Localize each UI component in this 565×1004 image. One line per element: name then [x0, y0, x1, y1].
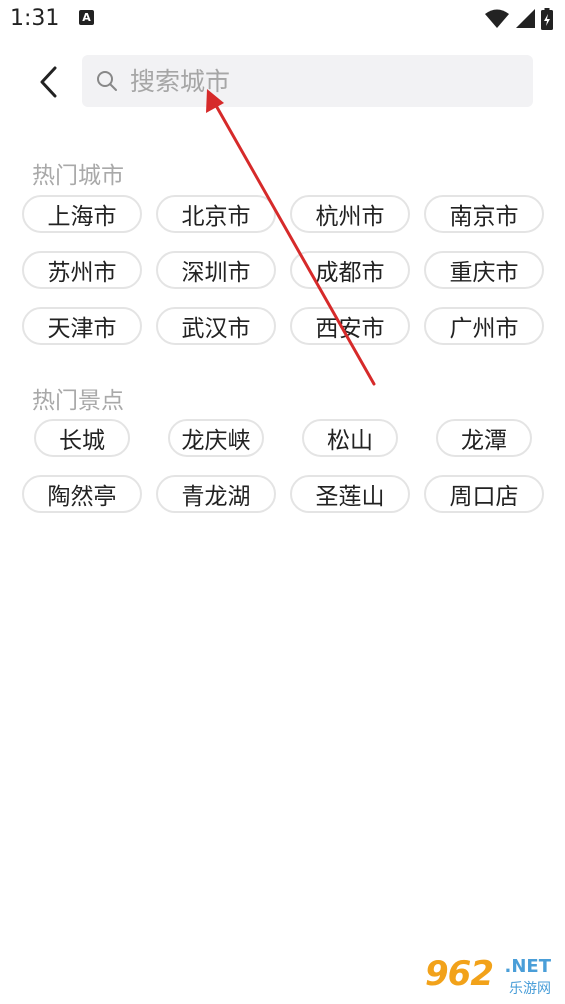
chip-row: 长城 龙庆峡 松山 龙潭 — [22, 419, 544, 457]
battery-icon — [541, 8, 553, 30]
spot-chip[interactable]: 龙潭 — [436, 419, 532, 457]
hot-spots-title: 热门景点 — [32, 388, 124, 414]
wifi-icon — [485, 9, 509, 28]
spot-chip[interactable]: 周口店 — [424, 475, 544, 513]
hot-spots-list: 长城 龙庆峡 松山 龙潭 陶然亭 青龙湖 圣莲山 周口店 — [22, 419, 544, 531]
spot-chip[interactable]: 陶然亭 — [22, 475, 142, 513]
city-chip[interactable]: 北京市 — [156, 195, 276, 233]
city-chip[interactable]: 天津市 — [22, 307, 142, 345]
hot-cities-title: 热门城市 — [32, 163, 124, 189]
watermark-logo: 962 .NET 乐游网 — [425, 954, 555, 998]
city-chip[interactable]: 杭州市 — [290, 195, 410, 233]
chip-row: 苏州市 深圳市 成都市 重庆市 — [22, 251, 544, 289]
search-bar[interactable] — [82, 55, 533, 107]
search-icon — [96, 70, 118, 92]
watermark-name: 乐游网 — [509, 981, 551, 997]
status-time: 1:31 — [10, 6, 60, 31]
spot-chip[interactable]: 圣莲山 — [290, 475, 410, 513]
chevron-left-icon — [40, 66, 57, 98]
chip-row: 天津市 武汉市 西安市 广州市 — [22, 307, 544, 345]
notification-icon: A — [79, 10, 94, 25]
city-chip[interactable]: 西安市 — [290, 307, 410, 345]
spot-chip[interactable]: 长城 — [34, 419, 130, 457]
spot-chip[interactable]: 松山 — [302, 419, 398, 457]
watermark-number: 962 — [425, 954, 494, 994]
city-chip[interactable]: 苏州市 — [22, 251, 142, 289]
city-chip[interactable]: 深圳市 — [156, 251, 276, 289]
status-bar: 1:31 A — [0, 0, 565, 40]
city-chip[interactable]: 重庆市 — [424, 251, 544, 289]
city-chip[interactable]: 上海市 — [22, 195, 142, 233]
city-chip[interactable]: 广州市 — [424, 307, 544, 345]
city-chip[interactable]: 成都市 — [290, 251, 410, 289]
watermark-domain: .NET — [504, 956, 551, 977]
chip-row: 陶然亭 青龙湖 圣莲山 周口店 — [22, 475, 544, 513]
chip-row: 上海市 北京市 杭州市 南京市 — [22, 195, 544, 233]
city-chip[interactable]: 南京市 — [424, 195, 544, 233]
hot-cities-list: 上海市 北京市 杭州市 南京市 苏州市 深圳市 成都市 重庆市 天津市 武汉市 … — [22, 195, 544, 363]
search-input[interactable] — [128, 65, 512, 97]
status-icons — [485, 8, 553, 30]
spot-chip[interactable]: 青龙湖 — [156, 475, 276, 513]
signal-icon — [516, 9, 535, 28]
spot-chip[interactable]: 龙庆峡 — [168, 419, 264, 457]
city-chip[interactable]: 武汉市 — [156, 307, 276, 345]
back-button[interactable] — [30, 62, 66, 102]
